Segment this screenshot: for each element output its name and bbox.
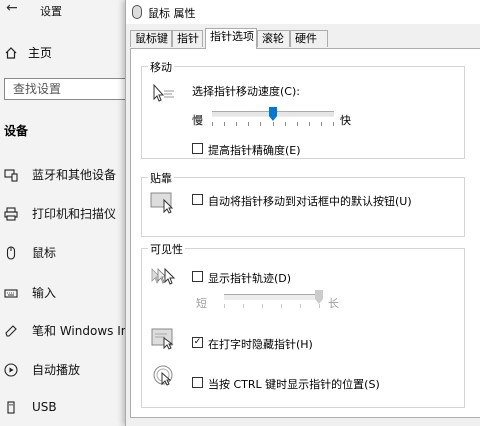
settings-search-input[interactable]: 查找设置 (4, 78, 130, 100)
pointer-trails-icon (150, 266, 178, 291)
trails-short-label: 短 (196, 297, 207, 310)
tab-buttons[interactable]: 鼠标键 (130, 30, 172, 47)
nav-label: USB (32, 400, 57, 414)
nav-label: 蓝牙和其他设备 (32, 168, 117, 182)
back-arrow-icon[interactable]: ← (6, 0, 18, 16)
snap-to-group-label: 贴靠 (148, 170, 174, 186)
snap-to-group: 贴靠 自动将指针移动到对话框中的默认按钮(U) (141, 170, 465, 237)
tab-pointers[interactable]: 指针 (172, 30, 203, 47)
trail-length-track (224, 294, 320, 300)
trails-long-label: 长 (328, 297, 339, 310)
pointer-speed-icon (150, 83, 176, 108)
mouse-properties-dialog: 鼠标 属性 鼠标键 指针 指针选项 滚轮 硬件 移动 选择指针移动速度(C): … (125, 0, 480, 426)
nav-label: 打印机和扫描仪 (32, 207, 117, 221)
visibility-group-label: 可见性 (148, 241, 185, 257)
nav-item-printers[interactable]: 打印机和扫描仪 (4, 205, 116, 222)
mouse-app-icon (132, 5, 142, 19)
settings-title: 设置 (40, 5, 62, 18)
enhance-precision-checkbox[interactable] (192, 143, 203, 154)
keyboard-icon (4, 286, 18, 300)
trail-length-slider-thumb[interactable] (315, 290, 323, 304)
tab-hardware[interactable]: 硬件 (290, 30, 328, 47)
search-placeholder: 查找设置 (13, 82, 62, 96)
visibility-group: 可见性 显示指针轨迹(D) 短 长 ✓ 在打字时隐藏指针(H) 当按 CTRL … (141, 241, 465, 408)
nav-item-autoplay[interactable]: 自动播放 (4, 361, 80, 378)
section-heading: 设备 (4, 124, 29, 138)
home-icon (4, 46, 18, 60)
snap-to-default-checkbox[interactable] (192, 194, 203, 205)
pointer-speed-ticks (212, 122, 334, 126)
nav-item-bluetooth[interactable]: 蓝牙和其他设备 (4, 166, 116, 183)
nav-item-typing[interactable]: 输入 (4, 284, 56, 301)
mouse-icon (4, 245, 18, 260)
tab-wheel[interactable]: 滚轮 (257, 30, 290, 47)
usb-icon (4, 400, 18, 414)
motion-group-label: 移动 (148, 59, 174, 75)
enhance-precision-label[interactable]: 提高指针精确度(E) (208, 142, 301, 158)
pointer-trails-checkbox[interactable] (192, 271, 203, 282)
printer-icon (4, 206, 18, 221)
nav-label: 输入 (32, 286, 57, 300)
trail-length-ticks (224, 304, 320, 308)
show-location-ctrl-label[interactable]: 当按 CTRL 键时显示指针的位置(S) (208, 376, 380, 392)
show-location-ctrl-checkbox[interactable] (192, 377, 203, 388)
speed-fast-label: 快 (340, 114, 351, 127)
snap-to-default-label[interactable]: 自动将指针移动到对话框中的默认按钮(U) (208, 193, 412, 209)
nav-item-mouse[interactable]: 鼠标 (4, 244, 56, 261)
pointer-trails-label[interactable]: 显示指针轨迹(D) (208, 270, 291, 286)
home-nav-item[interactable]: 主页 (4, 44, 52, 61)
hide-pointer-typing-label[interactable]: 在打字时隐藏指针(H) (208, 336, 313, 352)
motion-group: 移动 选择指针移动速度(C): 慢 快 提高指针精确度(E) (141, 59, 465, 159)
tab-pointer-options[interactable]: 指针选项 (205, 28, 257, 49)
snap-to-default-icon (150, 190, 178, 217)
nav-item-usb[interactable]: USB (4, 400, 57, 414)
dialog-title: 鼠标 属性 (148, 7, 196, 20)
nav-label: 笔和 Windows Ink (32, 324, 136, 338)
speed-slow-label: 慢 (192, 114, 203, 127)
pointer-speed-label: 选择指针移动速度(C): (192, 85, 300, 98)
pointer-speed-slider-thumb[interactable] (268, 107, 277, 121)
bluetooth-devices-icon (4, 168, 18, 182)
dialog-titlebar[interactable]: 鼠标 属性 (126, 0, 480, 24)
autoplay-icon (4, 362, 18, 377)
pen-icon (4, 324, 18, 338)
hide-pointer-typing-icon (150, 326, 178, 353)
nav-label: 自动播放 (32, 363, 81, 377)
nav-label: 鼠标 (32, 246, 57, 260)
home-label: 主页 (28, 46, 53, 60)
pointer-options-panel: 移动 选择指针移动速度(C): 慢 快 提高指针精确度(E) 贴靠 自动将指针移… (130, 48, 480, 418)
show-location-ctrl-icon (152, 364, 176, 391)
hide-pointer-typing-checkbox[interactable]: ✓ (192, 337, 203, 348)
settings-window: ← 设置 主页 查找设置 设备 蓝牙和其他设备 打印机和扫描仪 鼠标 输入 笔和… (0, 0, 135, 426)
nav-item-pen[interactable]: 笔和 Windows Ink (4, 322, 135, 339)
